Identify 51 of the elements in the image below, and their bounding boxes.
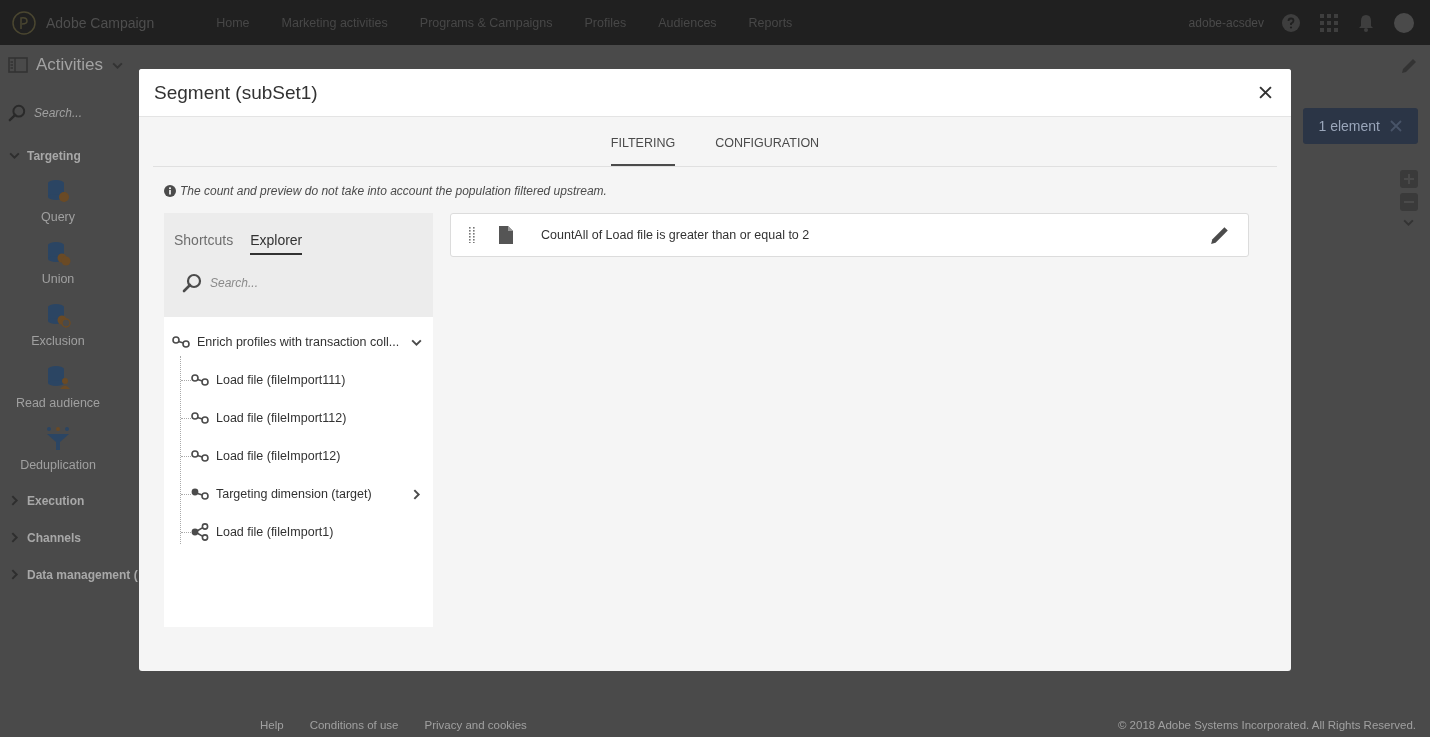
- activity-item[interactable]: Read audience: [15, 364, 101, 410]
- link-node-icon: [191, 374, 209, 386]
- tree-item[interactable]: Targeting dimension (target): [191, 482, 423, 506]
- info-message: The count and preview do not take into account the population filtered upstream.: [180, 184, 607, 198]
- activity-item[interactable]: Deduplication: [20, 426, 96, 472]
- footer-link[interactable]: Privacy and cookies: [424, 719, 527, 731]
- copyright-text: © 2018 Adobe Systems Incorporated. All Rights Reserved.: [1117, 719, 1416, 731]
- tree-item[interactable]: Load file (fileImport111): [191, 368, 423, 392]
- apps-grid-icon[interactable]: [1320, 13, 1338, 32]
- dialog-title: Segment (subSet1): [154, 81, 318, 104]
- database-icon: [45, 178, 71, 204]
- database-icon: [45, 240, 71, 266]
- category-header[interactable]: Data management (: [8, 566, 233, 583]
- condition-text: CountAll of Load file is greater than or equal to 2: [541, 228, 810, 242]
- avatar-icon[interactable]: [1394, 12, 1414, 33]
- link-node-icon: [191, 450, 209, 462]
- info-icon: [164, 185, 176, 197]
- search-icon: [182, 273, 202, 293]
- panel-title[interactable]: Activities: [36, 55, 104, 75]
- tree-item[interactable]: Load file (fileImport12): [191, 444, 423, 468]
- funnel-icon: [45, 426, 71, 452]
- link-node-icon: [191, 412, 209, 424]
- tree-item[interactable]: Enrich profiles with transaction coll...: [172, 330, 423, 354]
- link-node-icon: [172, 336, 190, 348]
- dialog-tab[interactable]: CONFIGURATION: [715, 136, 820, 166]
- dimension-node-icon: [191, 488, 209, 500]
- activity-item[interactable]: Union: [41, 240, 75, 286]
- drag-handle-icon[interactable]: [469, 227, 475, 243]
- category-header[interactable]: Targeting: [8, 147, 233, 164]
- footer-link[interactable]: Help: [260, 719, 284, 731]
- document-icon: [499, 226, 513, 244]
- footer-link[interactable]: Conditions of use: [309, 719, 399, 731]
- selection-button[interactable]: 1 element: [1302, 108, 1418, 144]
- tree-item[interactable]: Load file (fileImport1): [191, 520, 423, 544]
- dialog-tab[interactable]: FILTERING: [610, 136, 676, 166]
- search-icon: [8, 104, 26, 122]
- activity-item[interactable]: Exclusion: [31, 302, 85, 348]
- activity-item[interactable]: Query: [40, 178, 75, 224]
- search-field[interactable]: Search...: [8, 103, 233, 123]
- database-icon: [45, 364, 71, 390]
- explorer-tab[interactable]: Explorer: [250, 232, 303, 255]
- close-icon: [1390, 120, 1402, 132]
- database-icon: [45, 302, 71, 328]
- help-icon[interactable]: [1282, 13, 1300, 32]
- bell-icon[interactable]: [1358, 13, 1374, 32]
- tree-item[interactable]: Load file (fileImport112): [191, 406, 423, 430]
- share-node-icon: [191, 523, 209, 541]
- explorer-tab[interactable]: Shortcuts: [174, 232, 234, 255]
- search-field[interactable]: Search...: [182, 273, 423, 293]
- edit-button[interactable]: [1210, 225, 1230, 245]
- logo-icon: [12, 10, 36, 35]
